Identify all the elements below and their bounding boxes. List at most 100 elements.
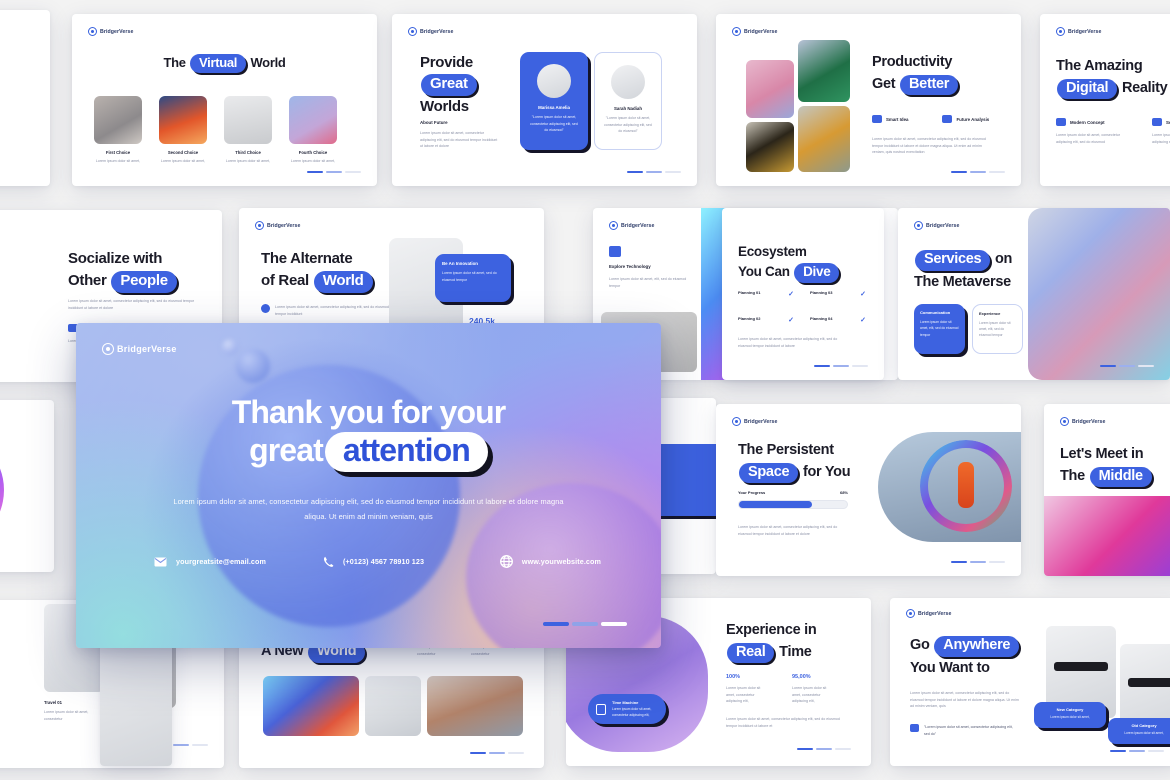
pager[interactable] (814, 364, 868, 367)
choice-image (289, 96, 337, 144)
brand-logo: BridgerVerse (914, 221, 960, 230)
choice-card[interactable]: Second Choice Lorem ipsum dolor sit amet… (159, 96, 207, 165)
contact-email[interactable]: yourgreatsite@email.com (154, 557, 323, 567)
slide-body: Lorem ipsum dolor sit amet, consectetur … (738, 337, 838, 348)
slide-persistent-space[interactable]: BridgerVerse The Persistent Space for Yo… (716, 404, 1021, 576)
choice-card[interactable]: First Choice Lorem ipsum dolor sit amet, (94, 96, 142, 165)
planning-item[interactable]: Planning 03 ✓ (810, 290, 866, 298)
slide-thank-you-hero[interactable]: BridgerVerse Thank you for your great att… (76, 323, 661, 648)
feature-item[interactable]: Modern Concept Lorem ipsum dolor sit ame… (1056, 118, 1130, 145)
hero-pager[interactable] (543, 622, 627, 626)
choice-card[interactable]: Third Choice Lorem ipsum dolor sit amet, (224, 96, 272, 165)
astronaut-image (878, 432, 1021, 542)
hero-title-line1: Thank you for your (231, 394, 507, 430)
choice-body: Lorem ipsum dolor sit amet, (160, 159, 206, 163)
slide-services-metaverse[interactable]: BridgerVerse Services on The Metaverse C… (898, 208, 1170, 380)
service-title: Experience (979, 311, 1001, 316)
pager[interactable] (951, 560, 1005, 563)
pager-dot[interactable] (572, 622, 598, 626)
choice-image (94, 96, 142, 144)
title-pill: Services (915, 250, 991, 271)
brand-mark-icon (732, 27, 741, 36)
brand-logo: BridgerVerse (88, 27, 134, 36)
title-l2-pre: Get (872, 75, 896, 92)
feature-item[interactable]: Smart Idea (872, 115, 908, 123)
pager[interactable] (797, 747, 851, 750)
person-card[interactable]: Sarah Nadiah "Lorem ipsum dolor sit amet… (594, 52, 662, 150)
title-pill: Anywhere (934, 636, 1020, 657)
slide-title: Explore Technology (609, 264, 651, 269)
contact-phone[interactable]: (+0123) 4567 78910 123 (323, 556, 500, 568)
globe-icon (499, 555, 513, 568)
gallery-image (798, 40, 850, 102)
slide-title: The Persistent Space for You (738, 442, 888, 484)
stat-value: 100% (726, 674, 741, 680)
title-l2: The Metaverse (914, 273, 1011, 290)
slide-abstract-left[interactable] (0, 400, 54, 572)
pager[interactable] (1110, 749, 1164, 752)
time-machine-badge[interactable]: Time Machine Lorem ipsum dolor sit amet,… (588, 694, 666, 724)
slide-quote: "Lorem ipsum dolor sit amet, consectetur… (924, 725, 1013, 736)
pager[interactable] (307, 170, 361, 173)
brand-name: BridgerVerse (420, 28, 454, 35)
pager[interactable] (470, 751, 524, 754)
choice-title: Second Choice (167, 150, 199, 155)
slide-body: Lorem ipsum dolor sit amet, elit, sed do… (609, 277, 687, 288)
mail-icon (154, 557, 167, 566)
contact-website[interactable]: www.yourwebsite.com (499, 555, 601, 568)
slide-marketplace-body: Lorem ipsumdolor sit amet, (0, 98, 32, 111)
feature-item[interactable]: Future Analysis (942, 115, 989, 123)
smart-idea-icon (872, 115, 882, 123)
service-card[interactable]: Communication Lorem ipsum dolor sit amet… (914, 304, 965, 354)
brand-logo: BridgerVerse (732, 27, 778, 36)
stat-item: 100% Lorem ipsum dolor sit amet, consect… (726, 674, 768, 705)
planning-item[interactable]: Planning 01 ✓ (738, 290, 794, 298)
slide-amazing-digital-reality[interactable]: BridgerVerse The Amazing Digital Reality… (1040, 14, 1170, 186)
category-card[interactable]: New Category Lorem ipsum dolor sit amet, (1034, 702, 1106, 728)
person-name: Marissa Amelia (538, 105, 570, 110)
brand-logo: BridgerVerse (1056, 27, 1102, 36)
title-l2: etter (0, 647, 38, 665)
choice-card[interactable]: Fourth Choice Lorem ipsum dolor sit amet… (289, 96, 337, 165)
innovation-badge[interactable]: Be An Innovation Lorem ipsum dolor sit a… (435, 254, 511, 302)
slide-ecosystem[interactable]: Ecosystem You Can Dive Planning 01 ✓ Plan… (722, 208, 884, 380)
brand-mark-icon (88, 27, 97, 36)
hero-contact-row: yourgreatsite@email.com (+0123) 4567 789… (154, 555, 601, 568)
person-name: Sarah Nadiah (613, 106, 643, 111)
hero-description: Lorem ipsum dolor sit amet, consectetur … (173, 497, 564, 521)
slide-title: Experience in Real Time (726, 622, 866, 664)
slide-provide-great-worlds[interactable]: BridgerVerse Provide Great Worlds About … (392, 14, 697, 186)
service-card[interactable]: Experience Lorem ipsum dolor sit amet, e… (972, 304, 1023, 354)
feature-label: Future Analysis (956, 116, 990, 122)
choice-body: Lorem ipsum dolor sit amet, (290, 159, 336, 163)
slide-go-anywhere[interactable]: BridgerVerse Go Anywhere You Want to Lor… (890, 598, 1170, 766)
pager-dot[interactable] (601, 622, 627, 626)
title-l1: Experience in (726, 622, 817, 638)
title-l1: Time (0, 626, 38, 644)
slide-productivity[interactable]: BridgerVerse Productivity Get Better Sma… (716, 14, 1021, 186)
stat-item: 95,00% Lorem ipsum dolor sit amet, conse… (792, 674, 834, 705)
title-pill: World (313, 271, 373, 293)
planning-item[interactable]: Planning 04 ✓ (810, 316, 866, 324)
title-pill: Digital (1057, 78, 1118, 100)
pager-dot-active[interactable] (543, 622, 569, 626)
title-l2: You Want to (910, 659, 990, 676)
slide-body: Lorem ipsum dolor sit amet, consectetur … (738, 525, 838, 536)
pager[interactable] (1100, 364, 1154, 367)
category-card[interactable]: Old Category Lorem ipsum dolor sit amet, (1108, 718, 1170, 744)
slide-marketplace[interactable]: lace Lorem ipsumdolor sit amet, Lorem ip… (0, 10, 50, 186)
feature-title: Sophisticated (1166, 119, 1170, 125)
vr-photo (100, 630, 172, 766)
progress-track[interactable] (738, 500, 848, 509)
brand-mark-icon (609, 221, 618, 230)
contact-phone-label: (+0123) 4567 78910 123 (342, 557, 425, 566)
planning-item[interactable]: Planning 02 ✓ (738, 316, 794, 324)
pager[interactable] (951, 170, 1005, 173)
slide-virtual-world[interactable]: BridgerVerse The Virtual World First Cho… (72, 14, 377, 186)
hero-title-pill: attention (324, 431, 488, 473)
person-card[interactable]: Marissa Amelia "Lorem ipsum dolor sit am… (520, 52, 588, 150)
slide-meet-middle[interactable]: BridgerVerse Let's Meet in The Middle (1044, 404, 1170, 576)
feature-item[interactable]: Sophisticated Lorem ipsum dolor sit amet… (1152, 118, 1170, 145)
title-post: on (995, 251, 1013, 267)
pager[interactable] (627, 170, 681, 173)
